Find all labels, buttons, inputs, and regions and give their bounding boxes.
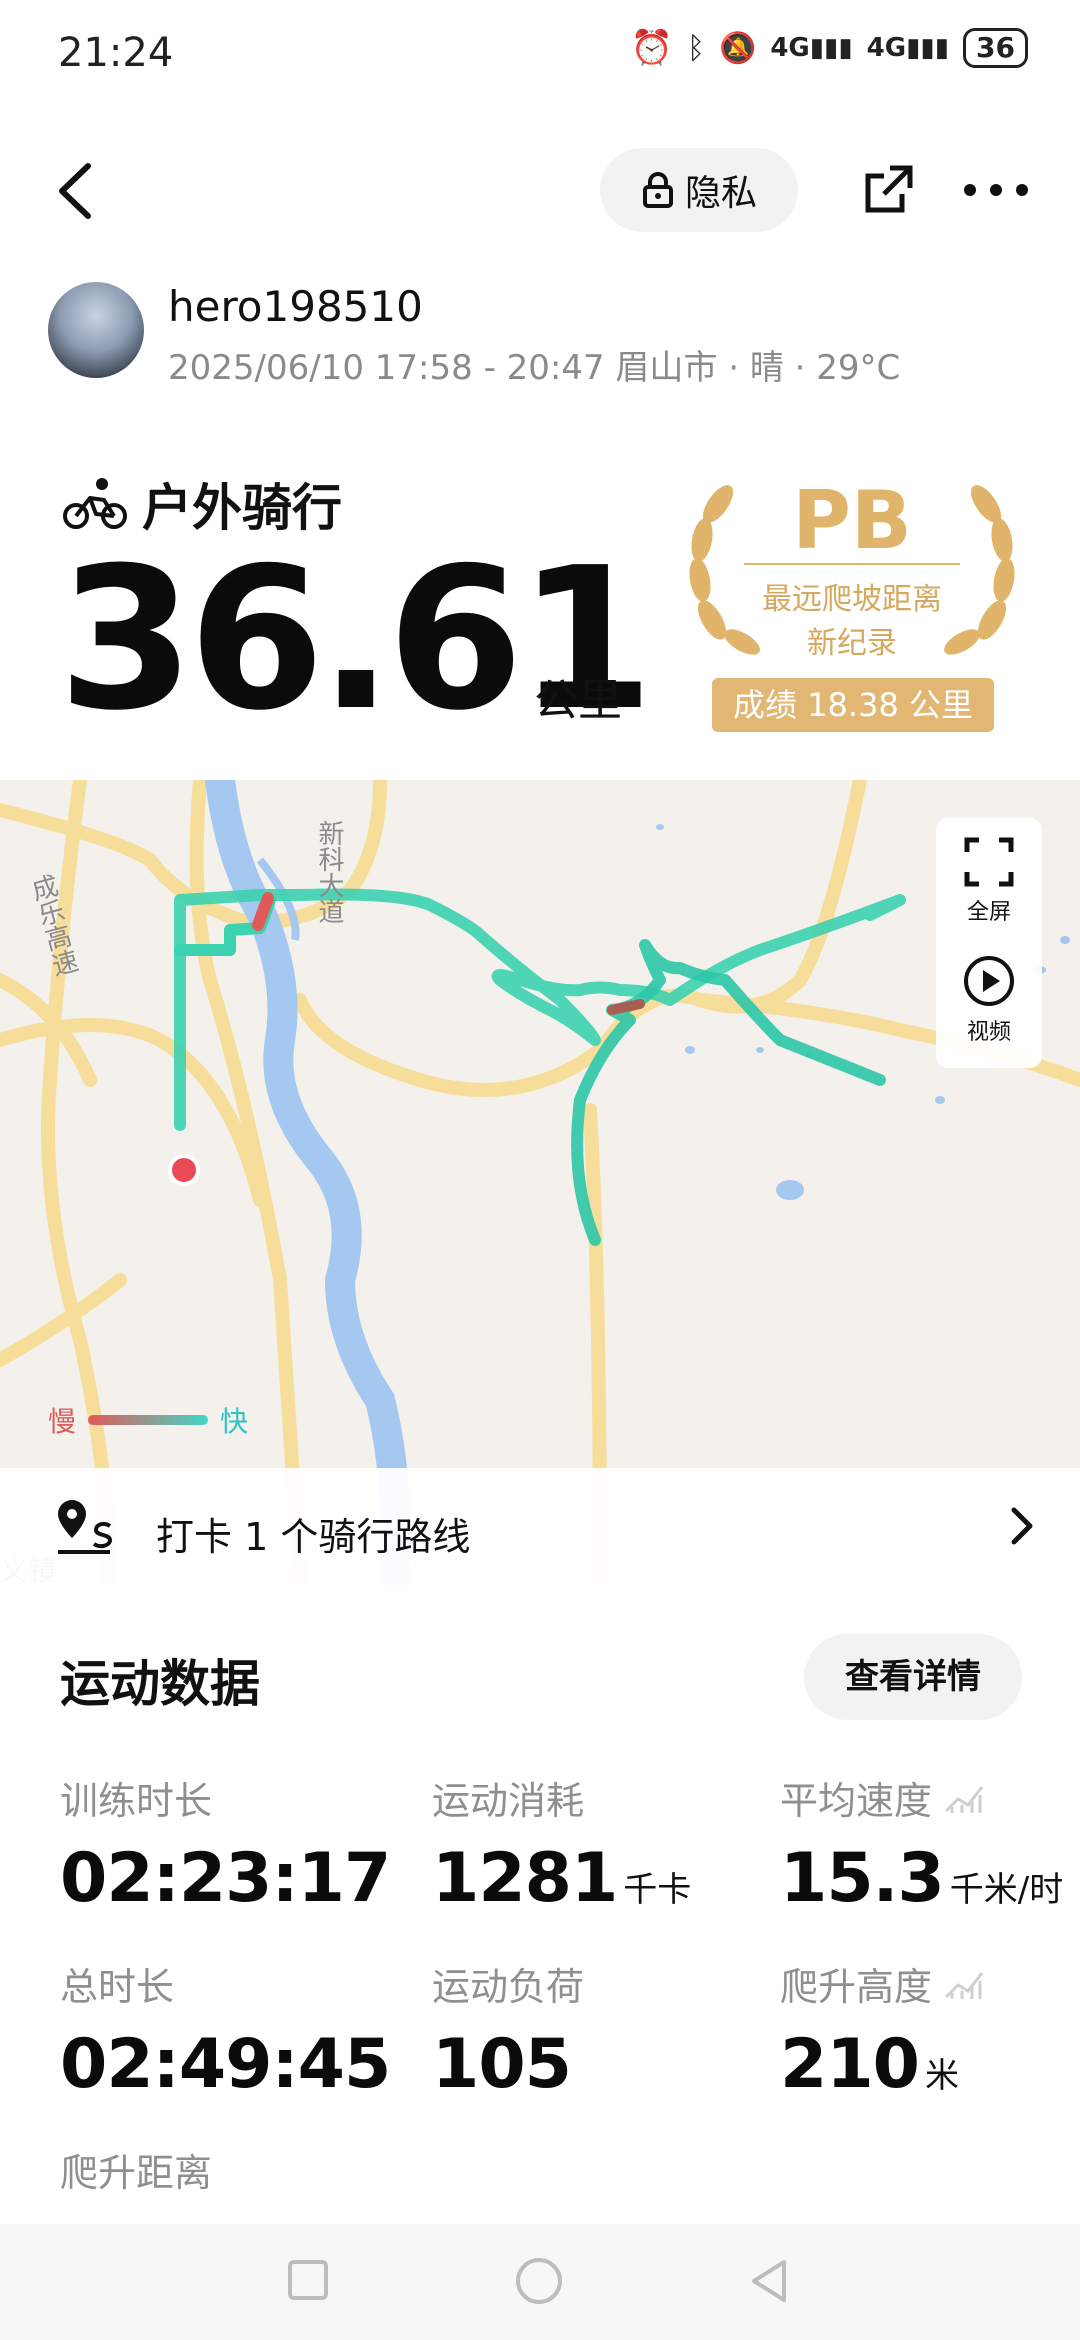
- stat-training-load[interactable]: 运动负荷 105: [432, 1956, 584, 2104]
- road-label-xinke: 新科大道: [315, 820, 345, 924]
- pb-title-line1: 最远爬坡距离: [762, 582, 942, 617]
- username[interactable]: hero198510: [168, 282, 423, 331]
- stat-label: 爬升距离: [60, 2151, 213, 2195]
- status-bar: 21:24 ⏰ ᛒ 🔕 4G▮▮▮ 4G▮▮▮ 36: [0, 0, 1080, 110]
- bluetooth-icon: ᛒ: [686, 30, 705, 66]
- stat-label: 总时长: [60, 1965, 175, 2009]
- distance-unit: 公里: [534, 675, 622, 726]
- system-navigation-bar: [0, 2224, 1080, 2340]
- back-triangle-icon[interactable]: [744, 2256, 794, 2306]
- privacy-label: 隐私: [684, 173, 757, 214]
- stat-training-duration[interactable]: 训练时长 02:23:17: [60, 1770, 391, 1918]
- more-dot-icon: [964, 184, 976, 196]
- activity-meta: 2025/06/10 17:58 - 20:47 眉山市 · 晴 · 29°C: [168, 348, 901, 388]
- fullscreen-icon: [964, 837, 1014, 887]
- fullscreen-label: 全屏: [966, 900, 1011, 925]
- chevron-right-icon: [1011, 1507, 1033, 1545]
- more-options-button[interactable]: [964, 160, 1028, 220]
- stat-label: 运动负荷: [432, 1965, 585, 2009]
- fullscreen-control[interactable]: 全屏: [936, 836, 1042, 926]
- stat-unit: 千卡: [623, 1870, 692, 1910]
- stat-calories[interactable]: 运动消耗 1281 千卡: [432, 1770, 691, 1918]
- stat-climb-distance[interactable]: 爬升距离: [60, 2142, 212, 2197]
- stat-value: 02:23:17: [60, 1839, 391, 1918]
- stat-elevation-gain[interactable]: 爬升高度 210 米: [780, 1956, 984, 2104]
- battery-icon: 36: [963, 28, 1028, 68]
- pb-badge[interactable]: PB 最远爬坡距离 新纪录 成绩 18.38 公里: [672, 470, 1032, 740]
- share-icon: [865, 165, 913, 213]
- privacy-button[interactable]: 隐私: [600, 148, 798, 232]
- lock-icon: [642, 172, 673, 208]
- pb-score: 成绩 18.38 公里: [712, 678, 994, 732]
- stat-label: 运动消耗: [432, 1779, 585, 1823]
- back-button[interactable]: [48, 158, 108, 224]
- status-time: 21:24: [58, 30, 174, 76]
- speed-legend: 慢 快: [48, 1400, 248, 1440]
- view-details-button[interactable]: 查看详情: [804, 1634, 1022, 1720]
- map-controls: 全屏 视频: [936, 818, 1042, 1068]
- mute-icon: 🔕: [718, 30, 757, 66]
- route-map[interactable]: 新科大道 成乐高速 义镇: [0, 780, 1080, 1585]
- recent-apps-button[interactable]: [288, 2260, 328, 2300]
- stat-label: 平均速度: [780, 1770, 1063, 1825]
- stat-unit: 千米/时: [949, 1870, 1064, 1910]
- chart-icon: [944, 1971, 984, 1999]
- stat-label: 爬升高度: [780, 1956, 984, 2011]
- video-label: 视频: [966, 1020, 1011, 1045]
- pb-label: PB: [792, 474, 912, 567]
- stat-value: 210 米: [780, 2025, 959, 2104]
- avatar[interactable]: [48, 282, 144, 378]
- home-button[interactable]: [516, 2258, 562, 2304]
- chevron-left-icon: [59, 163, 91, 219]
- stat-value: 15.3 千米/时: [780, 1839, 1064, 1918]
- map-canvas[interactable]: 新科大道 成乐高速 义镇: [0, 780, 1080, 1585]
- stat-value: 105: [432, 2025, 572, 2104]
- bicycle-icon: [63, 478, 127, 529]
- more-dot-icon: [990, 184, 1002, 196]
- pb-title: 最远爬坡距离 新纪录: [672, 578, 1032, 666]
- route-checkin-bar[interactable]: 打卡 1 个骑行路线: [0, 1468, 1080, 1585]
- stat-value: 1281 千卡: [432, 1839, 692, 1918]
- stat-label: 训练时长: [60, 1779, 213, 1823]
- play-icon: [964, 956, 1014, 1006]
- route-pin-icon: [58, 1500, 113, 1554]
- signal-icon: 4G▮▮▮: [770, 33, 853, 63]
- chart-icon: [944, 1785, 984, 1813]
- stat-avg-speed[interactable]: 平均速度 15.3 千米/时: [780, 1770, 1063, 1918]
- stat-value: 02:49:45: [60, 2025, 391, 2104]
- video-control[interactable]: 视频: [936, 954, 1042, 1046]
- top-navigation: 隐私: [0, 140, 1080, 240]
- stats-section-title: 运动数据: [60, 1655, 260, 1713]
- checkin-text: 打卡 1 个骑行路线: [156, 1515, 471, 1559]
- signal-icon-2: 4G▮▮▮: [866, 33, 950, 63]
- status-icons: ⏰ ᛒ 🔕 4G▮▮▮ 4G▮▮▮ 36: [631, 28, 1028, 68]
- more-dot-icon: [1016, 184, 1028, 196]
- alarm-icon: ⏰: [630, 28, 673, 68]
- pb-title-line2: 新纪录: [807, 626, 897, 661]
- stat-total-duration[interactable]: 总时长 02:49:45: [60, 1956, 391, 2104]
- share-button[interactable]: [862, 162, 916, 216]
- stat-unit: 米: [924, 2056, 959, 2096]
- legend-slow: 慢: [48, 1405, 77, 1438]
- legend-fast: 快: [220, 1405, 249, 1438]
- speed-gradient-bar: [88, 1415, 209, 1425]
